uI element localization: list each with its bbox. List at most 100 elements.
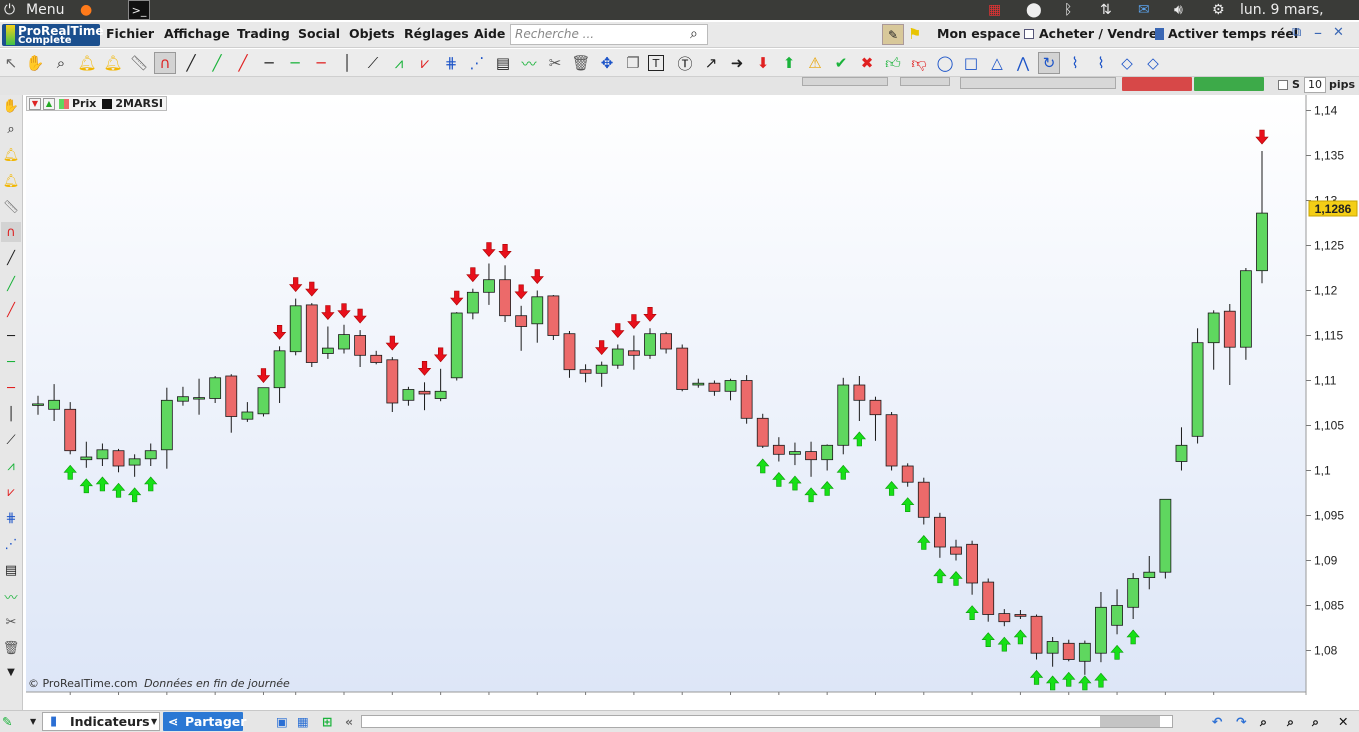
elliott-wave-icon[interactable]: ⌇ [1064, 52, 1086, 74]
gann-box-icon[interactable]: ◇ [1142, 52, 1164, 74]
fibonacci-icon[interactable]: ⋕ [440, 52, 462, 74]
quantity-field[interactable] [900, 77, 950, 86]
side-regression-icon[interactable]: ▤ [1, 560, 21, 580]
bluetooth-icon[interactable]: ᛒ [1064, 0, 1072, 20]
scrollbar-thumb[interactable] [1100, 716, 1160, 727]
clock-datetime[interactable]: lun. 9 mars, 21:25 [1240, 0, 1359, 38]
acheter-vendre-checkbox[interactable] [1024, 29, 1034, 39]
triangle-icon[interactable]: △ [986, 52, 1008, 74]
flag-icon[interactable]: ⚑ [908, 25, 921, 43]
line-tool-icon[interactable]: ╱ [180, 52, 202, 74]
side-ruler-icon[interactable]: 📏︎ [1, 197, 21, 217]
menu-fichier[interactable]: Fichier [106, 26, 154, 41]
side-horizontal-icon[interactable]: ─ [1, 326, 21, 346]
arrow-down-tool-icon[interactable]: ⬇ [752, 52, 774, 74]
rectangle-icon[interactable]: □ [960, 52, 982, 74]
terminal-icon[interactable]: >_ [128, 0, 150, 20]
pencil-icon[interactable]: ✎ [882, 24, 904, 45]
side-zoom-icon[interactable]: ⌕ [1, 119, 21, 139]
zoom-in-icon[interactable]: ⌕ [1312, 713, 1319, 731]
zoom-fit-icon[interactable]: ⌕ [1260, 713, 1267, 731]
mon-espace-button[interactable]: Mon espace [937, 26, 1020, 41]
tools-icon[interactable]: ✂ [544, 52, 566, 74]
vertical-line-icon[interactable]: │ [336, 52, 358, 74]
side-trash-icon[interactable]: 🗑︎ [1, 638, 21, 658]
pips-input[interactable]: 10 [1304, 77, 1326, 93]
red-horizontal-icon[interactable]: ─ [310, 52, 332, 74]
cursor-icon[interactable]: ↖ [0, 52, 22, 74]
side-bell-off-icon[interactable]: 🔔︎ [1, 171, 21, 191]
mail-icon[interactable]: ✉ [1138, 0, 1150, 20]
side-fan-icon[interactable]: ⋰ [1, 534, 21, 554]
menu-aide[interactable]: Aide [474, 26, 505, 41]
checkmark-icon[interactable]: ✔ [830, 52, 852, 74]
alert-bell-icon[interactable]: 🔔︎ [76, 52, 98, 74]
menu-social[interactable]: Social [298, 26, 340, 41]
indicateurs-label[interactable]: Indicateurs [70, 713, 150, 731]
red-line-icon[interactable]: ╱ [232, 52, 254, 74]
firefox-icon[interactable]: ● [80, 0, 92, 20]
settings-gear-icon[interactable]: ⚙ [1212, 0, 1225, 20]
legend-price[interactable]: Prix [72, 97, 96, 110]
acheter-vendre-button[interactable]: Acheter / Vendre [1039, 26, 1157, 41]
menu-objets[interactable]: Objets [349, 26, 395, 41]
side-segment-icon[interactable]: ⟋ [1, 430, 21, 450]
app-tray-icon[interactable]: ▦ [988, 0, 1001, 20]
search-input[interactable]: Recherche ... [510, 24, 708, 45]
ruler-icon[interactable]: 📏︎ [128, 52, 150, 74]
gann-icon[interactable]: ◇ [1116, 52, 1138, 74]
zoom-icon[interactable]: ⌕ [50, 52, 72, 74]
bottom-dropdown-icon[interactable]: ▼ [30, 713, 36, 731]
menu-reglages[interactable]: Réglages [404, 26, 469, 41]
zoom-out-icon[interactable]: ⌕ [1287, 713, 1294, 731]
side-red-line-icon[interactable]: ╱ [1, 300, 21, 320]
drop-icon[interactable]: ⬤ [1026, 0, 1042, 20]
warning-icon[interactable]: ⚠ [804, 52, 826, 74]
order-type-buttons[interactable] [960, 77, 1116, 89]
side-magnet-icon[interactable]: ∩ [1, 222, 21, 242]
cycle-icon[interactable]: ↻ [1038, 52, 1060, 74]
arrow-right-icon[interactable]: ➜ [726, 52, 748, 74]
copy-icon[interactable]: ❐ [622, 52, 644, 74]
activer-temps-reel-button[interactable]: Activer temps réel [1168, 26, 1298, 41]
side-line-icon[interactable]: ╱ [1, 248, 21, 268]
undo-icon[interactable]: ↶ [1212, 713, 1222, 731]
horizontal-line-icon[interactable]: ─ [258, 52, 280, 74]
detach-window-icon[interactable]: ⧉ [1292, 25, 1301, 40]
side-bell-icon[interactable]: 🔔︎ [1, 145, 21, 165]
volume-icon[interactable]: 🔊︎ [1174, 0, 1183, 20]
thumb-down-icon[interactable]: 👎︎ [908, 52, 930, 74]
move-icon[interactable]: ✥ [596, 52, 618, 74]
rewind-icon[interactable]: « [345, 713, 353, 731]
arrow-up-tool-icon[interactable]: ⬆ [778, 52, 800, 74]
side-trend-icon[interactable]: 〰 [1, 586, 21, 606]
order-field[interactable] [802, 77, 888, 86]
ellipse-icon[interactable]: ◯ [934, 52, 956, 74]
redo-icon[interactable]: ↷ [1236, 713, 1246, 731]
indicateurs-dropdown-icon[interactable]: ▼ [151, 713, 157, 731]
pattern-icon[interactable]: ⋀ [1012, 52, 1034, 74]
abc-wave-icon[interactable]: ⌇ [1090, 52, 1112, 74]
side-red-horizontal-icon[interactable]: ─ [1, 378, 21, 398]
magnet-icon[interactable]: ∩ [154, 52, 176, 74]
arrow-diagonal-icon[interactable]: ↗ [700, 52, 722, 74]
side-channel-up-icon[interactable]: ⩘ [1, 456, 21, 476]
green-horizontal-icon[interactable]: ─ [284, 52, 306, 74]
cross-icon[interactable]: ✖ [856, 52, 878, 74]
layout-icon[interactable]: ⊞ [322, 713, 332, 731]
calendar-icon[interactable]: ▦ [297, 713, 309, 731]
text-icon[interactable]: T [648, 55, 664, 71]
legend-indicator[interactable]: 2MARSI [115, 97, 163, 110]
os-menu-label[interactable]: Menu [26, 0, 64, 20]
minimize-icon[interactable]: – [1314, 23, 1322, 42]
buy-button[interactable] [1194, 77, 1264, 91]
channel-down-icon[interactable]: ⩗ [414, 52, 436, 74]
alert-bell-off-icon[interactable]: 🔔︎ [102, 52, 124, 74]
side-green-horizontal-icon[interactable]: ─ [1, 352, 21, 372]
thumb-up-icon[interactable]: 👍︎ [882, 52, 904, 74]
time-scrollbar[interactable] [361, 715, 1173, 728]
side-fibonacci-icon[interactable]: ⋕ [1, 508, 21, 528]
reset-icon[interactable]: ✕ [1338, 713, 1348, 731]
fan-icon[interactable]: ⋰ [466, 52, 488, 74]
menu-affichage[interactable]: Affichage [164, 26, 230, 41]
